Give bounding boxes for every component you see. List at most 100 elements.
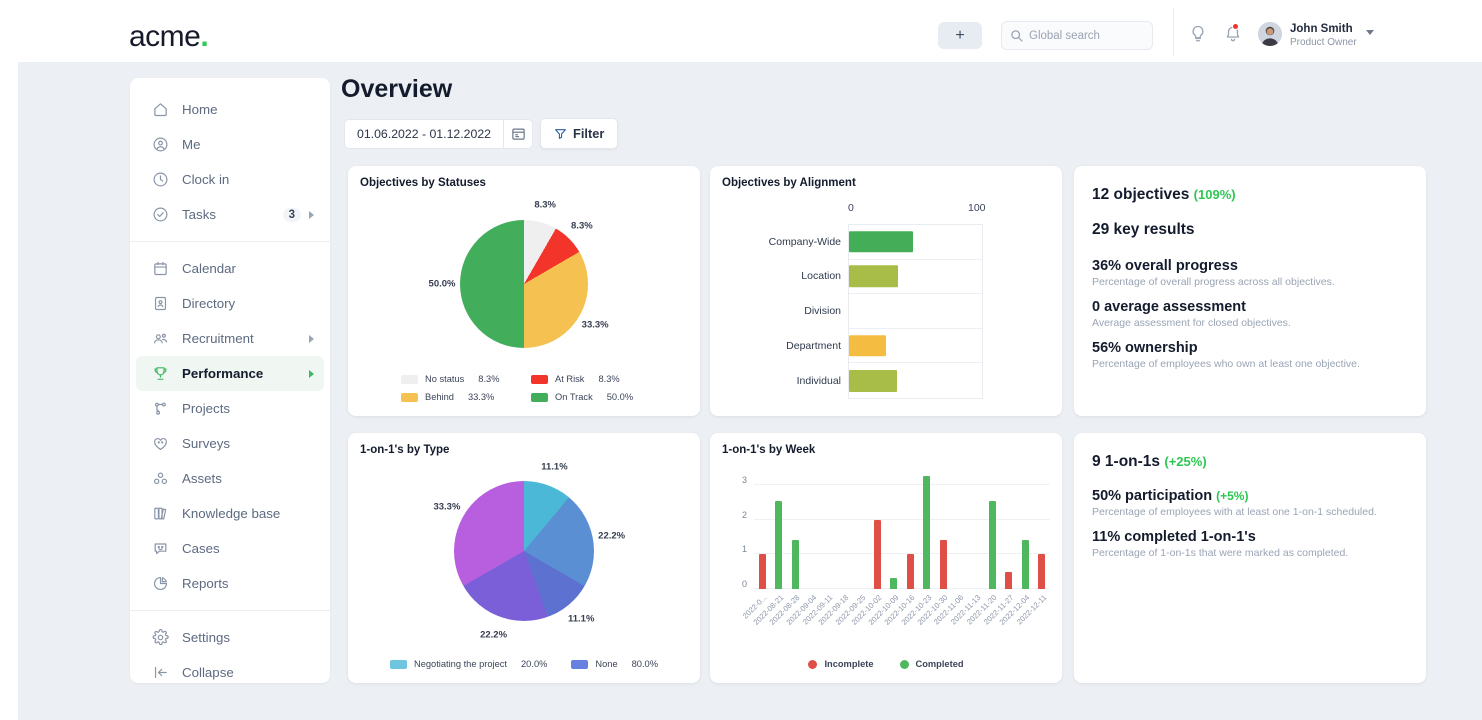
bar-row: Location [801, 260, 982, 295]
assets-icon [152, 470, 170, 488]
legend-value: 8.3% [478, 374, 500, 384]
sidebar-item-label: Projects [182, 401, 231, 416]
sidebar: Home Me Clock in Tasks 3 Calendar Directory Rec… [130, 78, 330, 683]
legend-item[interactable]: Incomplete [808, 659, 874, 669]
legend-value: 50.0% [606, 392, 634, 402]
legend-item[interactable]: None 80.0% [571, 659, 658, 669]
calendar-icon [152, 260, 170, 278]
logo-text: acme [129, 20, 201, 53]
cases-icon [152, 540, 170, 558]
lightbulb-icon[interactable] [1189, 25, 1207, 43]
bar-slot [869, 471, 885, 589]
bar-slot [787, 471, 803, 589]
sidebar-item-clock-in[interactable]: Clock in [136, 162, 324, 197]
app-logo[interactable]: acme. [129, 20, 209, 54]
bar [906, 554, 914, 589]
legend-value: 8.3% [598, 374, 620, 384]
stat-value: 36% overall progress [1092, 258, 1238, 274]
sidebar-item-assets[interactable]: Assets [136, 461, 324, 496]
avatar[interactable] [1258, 22, 1282, 46]
page-title: Overview [341, 75, 453, 103]
sidebar-item-tasks[interactable]: Tasks 3 [136, 197, 324, 232]
app-root: acme. + Global search John Smith Product… [0, 0, 1482, 720]
legend-item[interactable]: Completed [899, 659, 964, 669]
card-objectives-by-alignment: Objectives by Alignment 0 100 Company-Wi… [710, 166, 1062, 416]
bar-slot [803, 471, 819, 589]
objectives-delta: (109%) [1193, 187, 1236, 202]
legend-label: Completed [915, 659, 964, 669]
chevron-right-icon[interactable] [309, 369, 314, 378]
projects-icon [152, 400, 170, 418]
oneonone-delta: (+25%) [1164, 454, 1207, 469]
sidebar-item-me[interactable]: Me [136, 127, 324, 162]
bar-slot [770, 471, 786, 589]
legend-item[interactable]: Negotiating the project 20.0% [389, 659, 547, 669]
legend-item[interactable]: At Risk 8.3% [531, 374, 647, 384]
x-axis-labels: 2022-0... 2022-08-21 2022-08-28 2022-09-04 2… [741, 591, 1050, 641]
stat-block: 0 average assessment Average assessment f… [1092, 299, 1408, 331]
user-name: John Smith [1290, 23, 1353, 35]
bar-slot [984, 471, 1000, 589]
sidebar-item-label: Reports [182, 576, 229, 591]
bar-slot [951, 471, 967, 589]
search-input[interactable]: Global search [1029, 30, 1100, 42]
sidebar-item-knowledge-base[interactable]: Knowledge base [136, 496, 324, 531]
chart-legend: No status 8.3% At Risk 8.3% Behind 33.3% On Tr… [348, 374, 700, 402]
bar-row: Division [804, 294, 982, 329]
gear-icon [152, 629, 170, 647]
user-circle-icon [152, 136, 170, 154]
legend-item[interactable]: On Track 50.0% [531, 392, 647, 402]
legend-item[interactable]: No status 8.3% [401, 374, 517, 384]
global-search[interactable]: Global search [1001, 21, 1153, 50]
sidebar-item-reports[interactable]: Reports [136, 566, 324, 601]
chevron-right-icon[interactable] [309, 210, 314, 219]
stat-block: 36% overall progress Percentage of overal… [1092, 258, 1408, 290]
sidebar-item-surveys[interactable]: Surveys [136, 426, 324, 461]
filter-button[interactable]: Filter [540, 118, 619, 149]
sidebar-item-label: Home [182, 102, 218, 117]
sidebar-item-cases[interactable]: Cases [136, 531, 324, 566]
bar-slot [820, 471, 836, 589]
objectives-count: 12 objectives [1092, 186, 1190, 203]
sidebar-item-projects[interactable]: Projects [136, 391, 324, 426]
card-title: Objectives by Statuses [360, 177, 486, 189]
sidebar-item-collapse[interactable]: Collapse [136, 655, 324, 690]
y-axis-tick: 1 [741, 544, 747, 555]
search-icon [1011, 30, 1023, 42]
sidebar-item-calendar[interactable]: Calendar [136, 251, 324, 286]
reports-icon [152, 575, 170, 593]
bar-category-label: Department [786, 339, 841, 352]
clock-icon [152, 171, 170, 189]
bar-slot [853, 471, 869, 589]
pie-slice-label: 11.1% [567, 613, 595, 625]
stat-value: 0 average assessment [1092, 299, 1246, 316]
pie-chart-statuses: 8.3% 8.3% 33.3% 50.0% [348, 194, 700, 374]
add-button[interactable]: + [938, 22, 982, 49]
sidebar-item-settings[interactable]: Settings [136, 620, 324, 655]
pie-slice-label: 50.0% [428, 278, 456, 290]
legend-label: None [595, 659, 618, 669]
pie-chart-type: 11.1% 22.2% 11.1% 22.2% 33.3% [348, 461, 700, 641]
chevron-down-icon[interactable] [1366, 30, 1374, 35]
sidebar-item-label: Clock in [182, 172, 230, 187]
bar-chart-alignment: Company-Wide Location Division Department In… [769, 224, 983, 399]
date-range-input[interactable]: 01.06.2022 - 01.12.2022 [344, 118, 505, 149]
sidebar-item-label: Cases [182, 541, 220, 556]
bar [923, 476, 931, 589]
sidebar-item-directory[interactable]: Directory [136, 286, 324, 321]
bar [939, 540, 947, 589]
legend-item[interactable]: Behind 33.3% [401, 392, 517, 402]
pie-slice-label: 33.3% [581, 319, 609, 331]
sidebar-item-home[interactable]: Home [136, 92, 324, 127]
axis-tick-max: 100 [968, 202, 986, 214]
pie-slice-label: 22.2% [598, 530, 626, 542]
card-objectives-summary: 12 objectives (109%) 29 key results 36% … [1074, 166, 1426, 416]
sidebar-item-recruitment[interactable]: Recruitment [136, 321, 324, 356]
oneonone-count: 9 1-on-1s [1092, 453, 1161, 470]
pie-slice-label: 8.3% [534, 199, 556, 211]
stat-description: Percentage of 1-on-1s that were marked a… [1092, 547, 1349, 560]
chevron-right-icon[interactable] [309, 334, 314, 343]
stat-description: Percentage of employees who own at least… [1092, 358, 1360, 371]
calendar-button[interactable] [504, 118, 534, 149]
sidebar-item-performance[interactable]: Performance [136, 356, 324, 391]
